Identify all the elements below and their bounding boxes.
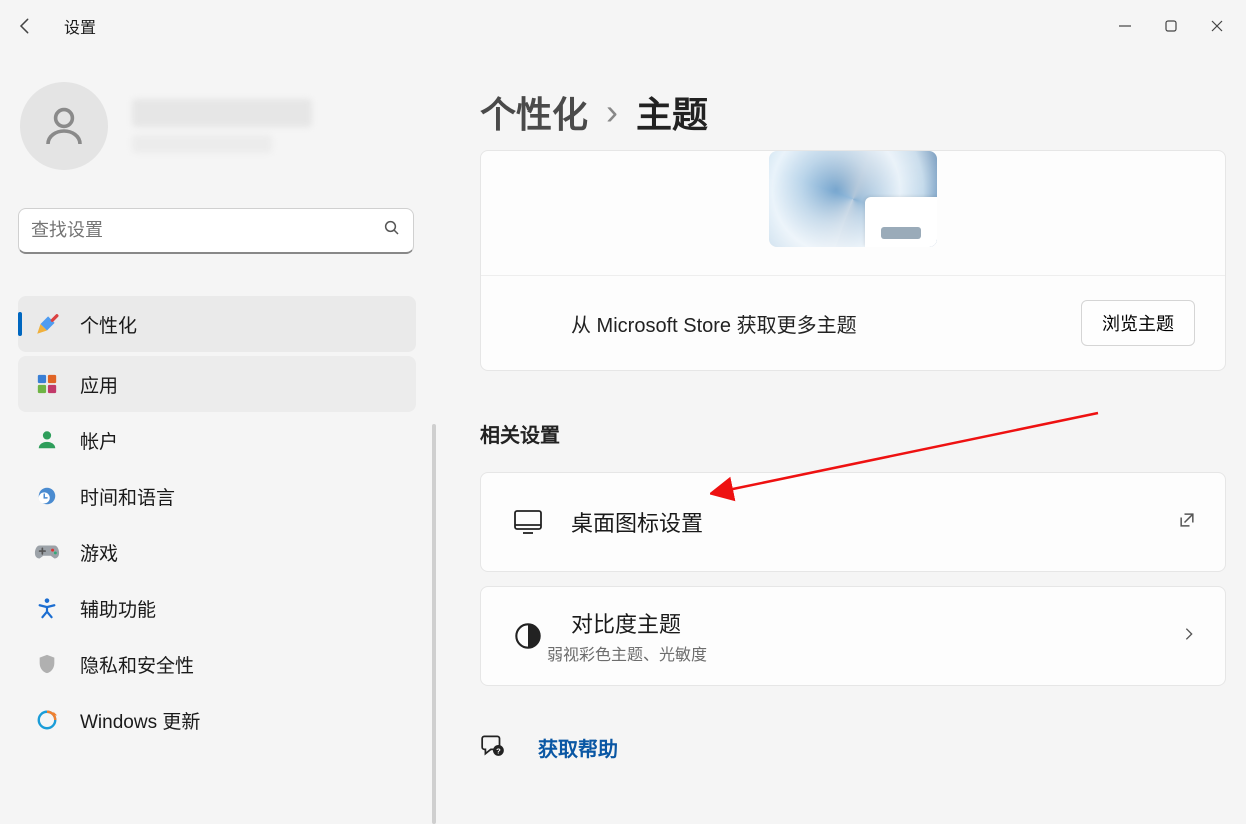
breadcrumb-parent[interactable]: 个性化 bbox=[480, 86, 588, 138]
theme-preview[interactable] bbox=[769, 151, 937, 247]
contrast-icon bbox=[509, 622, 547, 650]
paintbrush-icon bbox=[32, 311, 62, 337]
store-themes-label: 从 Microsoft Store 获取更多主题 bbox=[571, 309, 857, 338]
sidebar-item-label: 游戏 bbox=[80, 539, 118, 566]
apps-icon bbox=[32, 373, 62, 395]
sidebar-item-windows-update[interactable]: Windows 更新 bbox=[18, 692, 416, 748]
sidebar-item-label: Windows 更新 bbox=[80, 707, 200, 734]
sidebar-item-privacy[interactable]: 隐私和安全性 bbox=[18, 636, 416, 692]
browse-themes-button[interactable]: 浏览主题 bbox=[1081, 300, 1195, 346]
help-row: ? 获取帮助 bbox=[480, 732, 1226, 763]
close-button[interactable] bbox=[1194, 6, 1240, 46]
scrollbar[interactable] bbox=[432, 424, 436, 824]
contrast-themes-label: 对比度主题 bbox=[571, 607, 707, 639]
shield-icon bbox=[32, 653, 62, 675]
maximize-button[interactable] bbox=[1148, 6, 1194, 46]
help-icon: ? bbox=[480, 732, 506, 763]
desktop-icon-settings-row[interactable]: 桌面图标设置 bbox=[480, 472, 1226, 572]
contrast-themes-sub: 弱视彩色主题、光敏度 bbox=[547, 641, 707, 665]
breadcrumb-current: 主题 bbox=[636, 86, 708, 138]
theme-card: 从 Microsoft Store 获取更多主题 浏览主题 bbox=[480, 150, 1226, 371]
contrast-themes-row[interactable]: 对比度主题 弱视彩色主题、光敏度 bbox=[480, 586, 1226, 686]
search-input[interactable] bbox=[18, 208, 414, 254]
sidebar-item-time-language[interactable]: 时间和语言 bbox=[18, 468, 416, 524]
sidebar-item-apps[interactable]: 应用 bbox=[18, 356, 416, 412]
get-help-link[interactable]: 获取帮助 bbox=[538, 733, 618, 762]
window-title: 设置 bbox=[64, 14, 96, 38]
update-icon bbox=[32, 709, 62, 731]
sidebar: 个性化 应用 帐户 时间和语言 bbox=[0, 52, 436, 778]
sidebar-item-label: 帐户 bbox=[80, 427, 118, 454]
user-profile[interactable] bbox=[20, 82, 436, 170]
taskbar-preview bbox=[865, 197, 937, 247]
related-settings-heading: 相关设置 bbox=[480, 419, 1226, 448]
chevron-right-icon: › bbox=[606, 91, 618, 133]
user-info bbox=[132, 99, 312, 153]
accessibility-icon bbox=[32, 597, 62, 619]
sidebar-item-accounts[interactable]: 帐户 bbox=[18, 412, 416, 468]
time-language-icon bbox=[32, 485, 62, 507]
person-icon bbox=[32, 429, 62, 451]
desktop-icon-settings-label: 桌面图标设置 bbox=[571, 506, 703, 538]
open-external-icon bbox=[1177, 510, 1197, 535]
avatar bbox=[20, 82, 108, 170]
back-button[interactable] bbox=[6, 6, 46, 46]
svg-text:?: ? bbox=[496, 747, 501, 756]
sidebar-item-label: 时间和语言 bbox=[80, 483, 175, 510]
sidebar-item-label: 辅助功能 bbox=[80, 595, 156, 622]
sidebar-item-label: 个性化 bbox=[80, 311, 137, 338]
main-panel: 个性化 › 主题 从 Microsoft Store 获取更多主题 浏览主题 相… bbox=[436, 52, 1246, 778]
sidebar-item-gaming[interactable]: 游戏 bbox=[18, 524, 416, 580]
sidebar-item-accessibility[interactable]: 辅助功能 bbox=[18, 580, 416, 636]
desktop-icon bbox=[509, 509, 547, 535]
search-field[interactable] bbox=[31, 220, 383, 241]
get-more-themes-row: 从 Microsoft Store 获取更多主题 浏览主题 bbox=[481, 276, 1225, 370]
sidebar-item-label: 隐私和安全性 bbox=[80, 651, 194, 678]
breadcrumb: 个性化 › 主题 bbox=[480, 86, 1226, 138]
nav-list: 个性化 应用 帐户 时间和语言 bbox=[18, 296, 416, 748]
sidebar-item-personalization[interactable]: 个性化 bbox=[18, 296, 416, 352]
sidebar-item-label: 应用 bbox=[80, 371, 118, 398]
minimize-button[interactable] bbox=[1102, 6, 1148, 46]
gamepad-icon bbox=[32, 542, 62, 562]
chevron-right-icon bbox=[1181, 626, 1197, 647]
search-icon bbox=[383, 219, 401, 242]
